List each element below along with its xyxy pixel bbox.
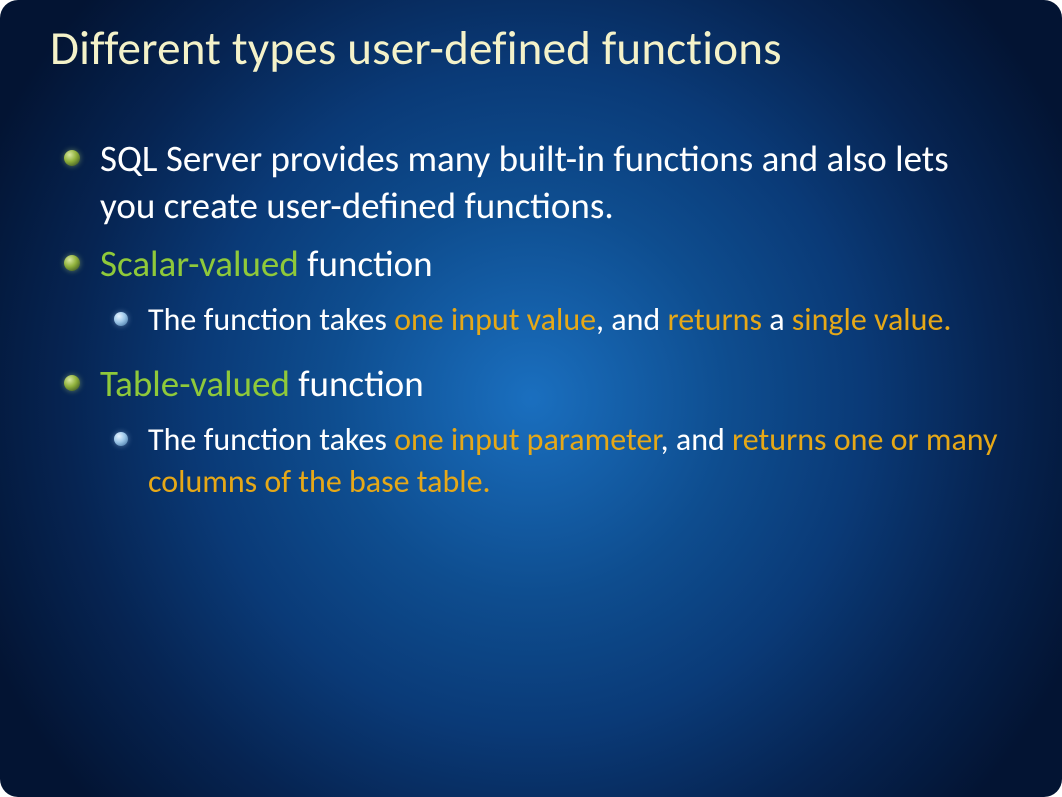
bullet-level2: The function takes one input value, and … [110, 299, 1012, 341]
text-run: SQL Server provides many built-in functi… [100, 136, 949, 227]
text-run: single value. [792, 300, 952, 339]
text-run: The function takes [148, 420, 394, 459]
text-run: The function takes [148, 300, 394, 339]
text-run: function [290, 361, 424, 406]
text-run: , and [661, 420, 732, 459]
slide-title: Different types user-defined functions [50, 20, 1012, 76]
bullet-level1: Scalar-valued function [60, 241, 1012, 287]
text-run: one input parameter [394, 420, 661, 459]
bullet-list: SQL Server provides many built-in functi… [60, 136, 1012, 502]
text-run: function [299, 241, 433, 286]
text-run: one input value [394, 300, 596, 339]
bullet-level1: SQL Server provides many built-in functi… [60, 136, 1012, 229]
text-run: returns [667, 300, 762, 339]
bullet-level1: Table-valued function [60, 361, 1012, 407]
text-run: Scalar-valued [100, 241, 299, 286]
text-run: a [762, 300, 792, 339]
text-run: Table-valued [100, 361, 290, 406]
bullet-level2: The function takes one input parameter, … [110, 419, 1012, 502]
text-run: , and [596, 300, 667, 339]
slide: Different types user-defined functions S… [0, 0, 1062, 797]
